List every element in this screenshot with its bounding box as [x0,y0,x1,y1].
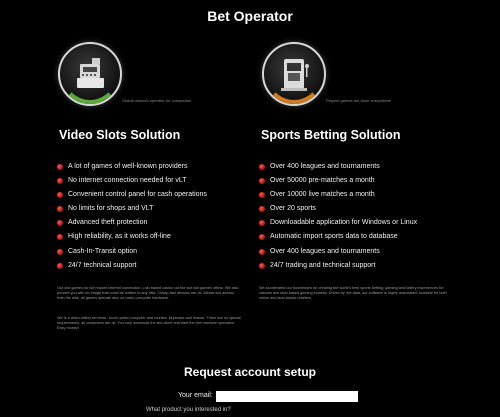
list-item: No limits for shops and VLT [57,204,207,218]
list-item: Convenient control panel for cash operat… [57,190,207,204]
bullet-icon [57,220,63,227]
list-item: Over 20 sports [259,204,417,218]
list-item: Advanced theft protection [57,218,207,232]
bullet-icon [259,234,265,241]
list-item: A lot of games of well-known providers [57,162,207,176]
email-label: Your email: [178,392,213,399]
video-slots-description-2: We is a video lottery terminal - touch-p… [57,316,241,330]
page-title: Bet Operator [207,8,293,24]
list-item: 24/7 trading and technical support [259,261,417,275]
feature-text: Convenient control panel for cash operat… [68,191,207,199]
hero-caption: Global network operator for companies [122,98,191,103]
video-slots-description: Our slot games do not require internet c… [57,286,239,300]
hero-accent-ring [60,44,120,104]
video-slots-feature-list: A lot of games of well-known providers N… [57,162,207,275]
feature-text: High reliability, as it works off-line [68,233,171,241]
feature-text: 24/7 trading and technical support [270,261,376,269]
list-item: Over 400 leagues and tournaments [259,162,417,176]
video-slots-title: Video Slots Solution [59,128,181,142]
list-item: High reliability, as it works off-line [57,232,207,246]
list-item: Automatic import sports data to database [259,232,417,246]
feature-text: Over 400 leagues and tournaments [270,247,380,255]
sports-betting-feature-list: Over 400 leagues and tournaments Over 50… [259,162,417,275]
bullet-icon [57,206,63,213]
feature-text: Advanced theft protection [68,219,148,227]
page: Bet Operator Global network operator for… [0,0,500,417]
feature-text: Over 20 sports [270,205,316,213]
list-item: No internet connection needed for vLT [57,176,207,190]
feature-text: No internet connection needed for vLT [68,177,187,185]
list-item: Over 50000 pre-matches a month [259,176,417,190]
sports-betting-description: We accelerated our businesses for creati… [259,286,447,300]
feature-text: Over 400 leagues and tournaments [270,163,380,170]
bullet-icon [259,192,265,199]
hero-casino: Players games are done everywhere [262,42,482,112]
bullet-icon [57,248,63,255]
feature-text: 24/7 technical support [68,261,137,269]
bullet-icon [57,178,63,185]
bullet-icon [259,248,265,255]
feature-text: Downloadable application for Windows or … [270,219,418,227]
list-item: Downloadable application for Windows or … [259,218,417,232]
feature-text: Over 10000 live matches a month [270,191,375,199]
bullet-icon [259,206,265,213]
bullet-icon [57,192,63,199]
product-question: What product you interested in? [146,407,231,413]
bullet-icon [57,164,63,170]
bullet-icon [57,234,63,241]
email-field[interactable] [216,391,358,402]
list-item: Over 400 leagues and tournaments [259,247,417,261]
hero-caption: Players games are done everywhere [326,98,392,103]
list-item: Cash-In-Transit option [57,247,207,261]
request-title: Request account setup [183,365,317,379]
sports-betting-title: Sports Betting Solution [261,128,401,142]
feature-text: Over 50000 pre-matches a month [270,177,375,185]
feature-text: Cash-In-Transit option [68,247,137,255]
bullet-icon [259,164,265,170]
bullet-icon [259,178,265,185]
feature-text: Automatic import sports data to database [270,233,398,241]
hero-accent-ring [264,44,324,104]
list-item: Over 10000 live matches a month [259,190,417,204]
bullet-icon [259,220,265,227]
hero-cash-register: Global network operator for companies [58,42,278,112]
feature-text: A lot of games of well-known providers [68,163,188,170]
bullet-icon [57,262,63,269]
bullet-icon [259,262,265,269]
feature-text: No limits for shops and VLT [68,205,154,213]
list-item: 24/7 technical support [57,261,207,275]
